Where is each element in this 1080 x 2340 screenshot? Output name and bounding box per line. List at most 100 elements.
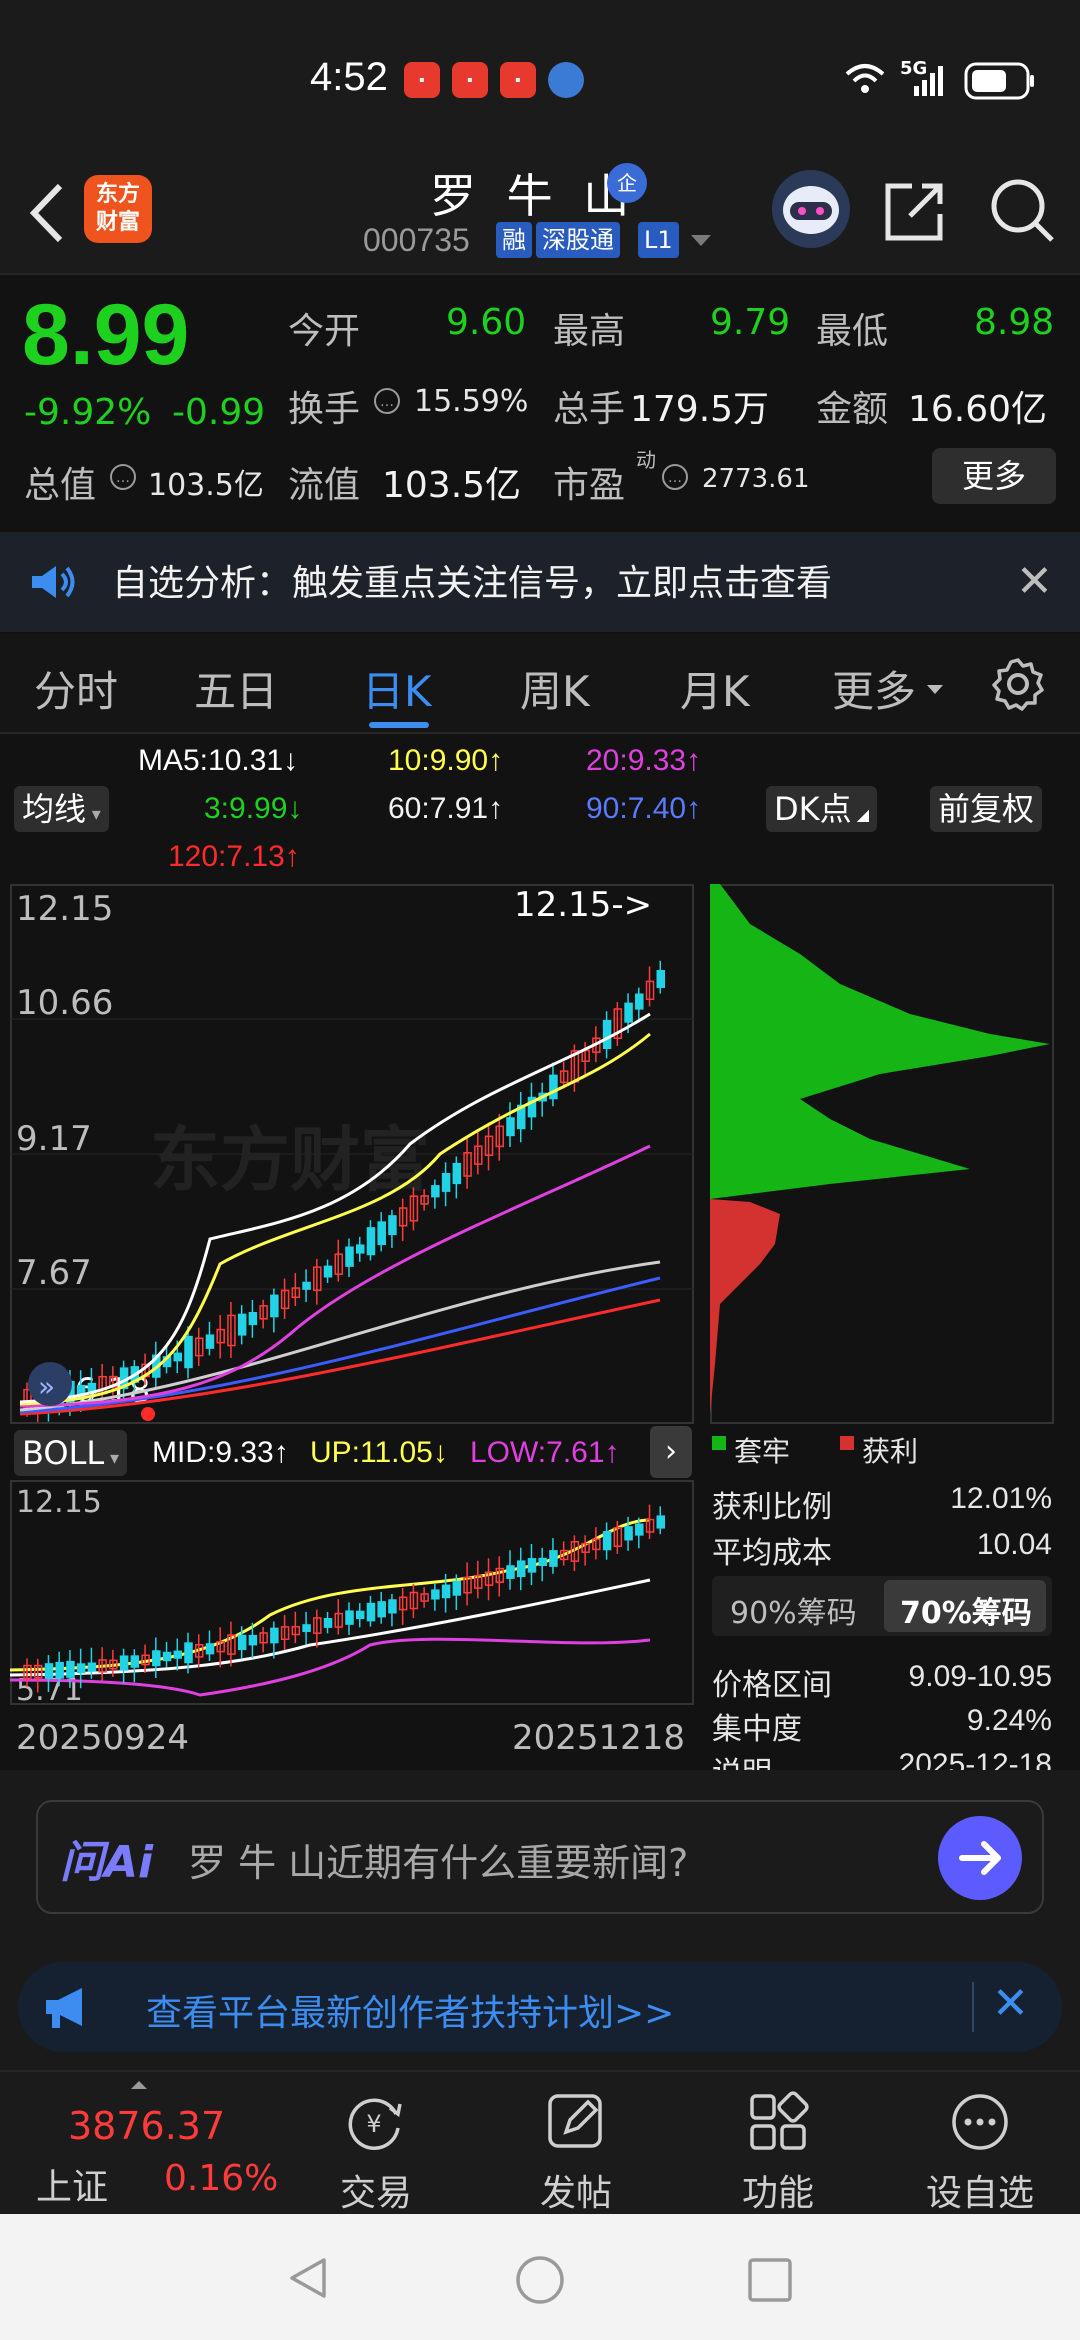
dk-point-marker <box>141 1407 155 1421</box>
creator-promo-bar[interactable]: 查看平台最新创作者扶持计划>> ✕ <box>18 1962 1062 2052</box>
candle-body <box>173 1352 183 1362</box>
tab-90-chips[interactable]: 90%筹码 <box>730 1588 857 1632</box>
dk-point-button[interactable]: DK点 ◢ <box>766 786 878 832</box>
candle-body <box>431 1185 440 1198</box>
nav-set-watchlist[interactable]: 设自选 <box>926 2164 1034 2216</box>
candle-body <box>66 1660 75 1678</box>
gear-icon[interactable] <box>990 656 1046 712</box>
nav-trade[interactable]: 交易 <box>340 2164 412 2216</box>
candle-body <box>237 1313 247 1336</box>
turnover-label: 换手 <box>288 389 361 430</box>
svg-text:¥: ¥ <box>366 2110 381 2138</box>
info-circle-icon[interactable]: … <box>372 386 402 416</box>
chevron-right-icon[interactable]: › <box>650 1426 692 1478</box>
volume-label: 总手 <box>553 389 626 430</box>
profit-ratio-label: 获利比例 <box>712 1490 832 1525</box>
market-cap-label: 总值 <box>24 465 97 506</box>
period-tabs: 分时 五日 日K 周K 月K 更多 <box>0 634 1080 734</box>
price-adjust-button[interactable]: 前复权 <box>930 786 1043 832</box>
stock-name: 罗 牛 山 <box>430 169 638 223</box>
signal-icon <box>914 66 943 96</box>
ai-robot-icon[interactable] <box>772 170 850 248</box>
megaphone-icon <box>46 1988 82 2028</box>
chart-watermark: 东方财富 <box>150 1119 430 1201</box>
candle-body <box>549 1550 558 1567</box>
trade-icon[interactable]: ¥ <box>342 2090 406 2154</box>
concentration-value: 9.24% <box>966 1704 1052 1737</box>
status-time: 4:52 <box>310 55 388 99</box>
tab-70-chips[interactable]: 70%筹码 <box>900 1588 1032 1632</box>
more-circle-icon[interactable] <box>948 2090 1012 2154</box>
tab-intraday[interactable]: 分时 <box>34 658 118 719</box>
candle-body <box>55 1661 64 1679</box>
speaker-icon <box>32 566 75 598</box>
candle-body <box>527 1558 537 1573</box>
y-tick-label: 7.67 <box>16 1253 92 1293</box>
candle-body <box>205 1643 215 1655</box>
high-label: 最高 <box>553 311 626 352</box>
active-tab-indicator <box>369 722 429 728</box>
tab-five-day[interactable]: 五日 <box>194 658 278 719</box>
ma-selector[interactable]: 均线 ▾ <box>14 786 109 832</box>
candle-body <box>656 1515 666 1529</box>
index-name[interactable]: 上证 <box>36 2158 108 2210</box>
tab-more[interactable]: 更多 <box>832 658 916 719</box>
nav-functions[interactable]: 功能 <box>742 2164 814 2216</box>
concentration-label: 集中度 <box>712 1712 802 1747</box>
candle-body <box>377 1601 386 1618</box>
chevron-down-icon[interactable] <box>690 234 712 248</box>
close-icon[interactable]: ✕ <box>1016 556 1053 607</box>
kline-chart[interactable]: 东方财富 12.15 10.66 9.17 7.67 12.15-> <-6.1… <box>10 884 694 1424</box>
pe-value: 2773.61 <box>702 464 810 494</box>
candle-body <box>302 1281 311 1290</box>
candle-body <box>441 1172 451 1192</box>
boll-y-tick: 12.15 <box>16 1485 102 1520</box>
search-icon[interactable] <box>988 176 1056 244</box>
indicator-selector[interactable]: BOLL ▾ <box>14 1430 127 1476</box>
back-arrow-icon[interactable] <box>22 178 72 248</box>
system-home-icon[interactable] <box>514 2254 566 2306</box>
candle-body <box>635 1523 644 1536</box>
notification-icon: ▪ <box>452 62 488 98</box>
nav-post[interactable]: 发帖 <box>540 2164 612 2216</box>
note-row: 说明 2025-12-18 <box>712 1748 1056 1772</box>
tab-monthly-k[interactable]: 月K <box>680 658 750 719</box>
ask-ai-input[interactable]: 问Ai 罗 牛 山近期有什么重要新闻? <box>36 1800 1044 1914</box>
battery-icon <box>964 62 1034 100</box>
browser-notification-icon <box>548 62 584 98</box>
boll-up: UP:11.05↓ <box>310 1436 448 1469</box>
high-marker: 12.15-> <box>514 885 652 925</box>
tab-daily-k[interactable]: 日K <box>362 658 432 719</box>
compose-icon[interactable] <box>544 2090 608 2154</box>
index-change[interactable]: 0.16% <box>164 2158 278 2199</box>
system-recents-icon[interactable] <box>746 2256 794 2304</box>
legend-profit-swatch <box>840 1436 854 1450</box>
system-nav-bar <box>0 2214 1080 2340</box>
ask-ai-placeholder: 罗 牛 山近期有什么重要新闻? <box>188 1841 689 1885</box>
share-icon[interactable] <box>882 178 948 244</box>
send-arrow-button[interactable] <box>938 1816 1022 1900</box>
boll-chart[interactable]: 12.15 5.71 <box>10 1480 694 1705</box>
candle-body <box>184 1642 193 1664</box>
ma-selector-label: 均线 <box>22 790 87 828</box>
level1-tag: L1 <box>638 222 679 258</box>
candle-body <box>624 1002 633 1023</box>
candle-body <box>345 1610 354 1625</box>
info-circle-icon[interactable]: … <box>108 462 138 492</box>
apps-grid-icon[interactable] <box>746 2090 810 2154</box>
index-value[interactable]: 3876.37 <box>68 2104 225 2148</box>
candle-body <box>76 1663 86 1674</box>
system-back-icon[interactable] <box>284 2254 332 2302</box>
more-quote-button[interactable]: 更多 <box>932 448 1056 504</box>
candle-body <box>323 1265 333 1278</box>
profit-chip-area <box>710 1199 780 1414</box>
note-date: 2025-12-18 <box>898 1748 1052 1772</box>
ma60-value: 60:7.91↑ <box>388 792 504 825</box>
notification-icon: ▪ <box>404 62 440 98</box>
analysis-notice-bar[interactable]: 自选分析：触发重点关注信号，立即点击查看 ✕ <box>0 532 1080 632</box>
turnover-value: 15.59% <box>414 384 529 419</box>
ma10-line <box>19 1032 651 1406</box>
tab-weekly-k[interactable]: 周K <box>520 658 590 719</box>
close-icon[interactable]: ✕ <box>992 1978 1029 2029</box>
info-circle-icon[interactable]: … <box>660 462 690 492</box>
